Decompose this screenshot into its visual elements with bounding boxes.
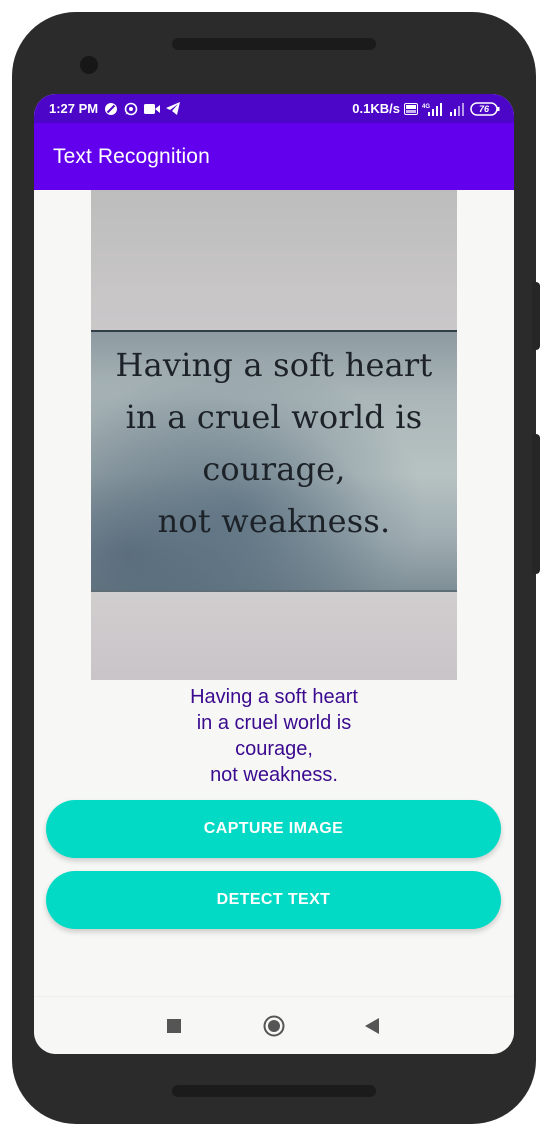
bottom-speaker [172, 1085, 376, 1097]
detect-text-button[interactable]: DETECT TEXT [46, 871, 501, 929]
front-camera [80, 56, 98, 74]
photo-text-line-3: courage, [202, 450, 346, 488]
back-icon [365, 1018, 379, 1034]
earpiece-speaker [172, 38, 376, 50]
photo-text-line-2: in a cruel world is [125, 398, 423, 436]
do-not-disturb-icon [104, 102, 118, 116]
power-button [532, 282, 540, 350]
signal-icon: 4G [422, 102, 444, 116]
photo-text-line-4: not weakness. [157, 502, 391, 540]
status-bar: 1:27 PM 0.1KB/s 4G 76 [34, 94, 514, 123]
recognized-line-3: courage, [235, 738, 313, 760]
quote-card: Having a soft heart in a cruel world is … [91, 330, 457, 592]
recents-button[interactable] [144, 997, 204, 1054]
video-camera-icon [144, 103, 161, 115]
whatsapp-icon [124, 102, 138, 116]
recognized-line-1: Having a soft heart [190, 686, 358, 708]
screen: 1:27 PM 0.1KB/s 4G 76 Text Recognition H… [34, 94, 514, 1054]
home-icon [263, 1015, 285, 1037]
back-button[interactable] [342, 997, 402, 1054]
svg-text:4G: 4G [422, 104, 430, 110]
volume-button [532, 434, 540, 574]
captured-image: Having a soft heart in a cruel world is … [91, 190, 457, 680]
recognized-text: Having a soft heart in a cruel world is … [34, 684, 514, 788]
telegram-icon [166, 102, 181, 115]
recognized-line-2: in a cruel world is [196, 712, 352, 734]
photo-text-line-1: Having a soft heart [115, 346, 433, 384]
app-bar: Text Recognition [34, 123, 514, 190]
status-time: 1:27 PM [49, 101, 99, 116]
volte-icon [404, 102, 418, 115]
capture-image-button[interactable]: CAPTURE IMAGE [46, 800, 501, 858]
battery-level: 76 [478, 103, 489, 114]
signal-icon-2 [448, 102, 466, 116]
recents-icon [167, 1019, 181, 1033]
navigation-bar [34, 996, 514, 1054]
home-button[interactable] [244, 997, 304, 1054]
battery-icon: 76 [470, 101, 500, 116]
app-title: Text Recognition [53, 144, 210, 168]
network-speed: 0.1KB/s [352, 101, 400, 116]
recognized-line-4: not weakness. [210, 764, 338, 786]
